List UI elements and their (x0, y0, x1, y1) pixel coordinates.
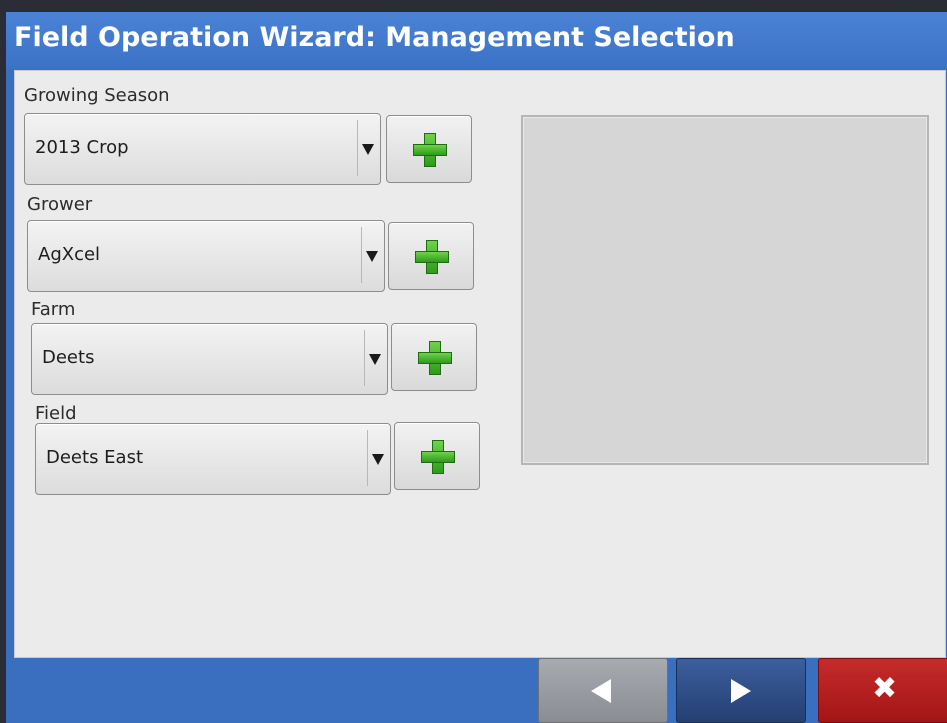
cancel-button[interactable]: ✖ (818, 658, 947, 723)
add-field-button[interactable] (394, 422, 480, 490)
field-value: Deets East (46, 447, 144, 468)
field-label: Field (35, 403, 77, 424)
add-farm-button[interactable] (391, 323, 477, 391)
triangle-down-icon (369, 354, 381, 365)
plus-icon (413, 133, 447, 167)
dropdown-divider (361, 227, 362, 283)
dropdown-divider (364, 330, 365, 386)
growing-season-dropdown[interactable]: 2013 Crop (24, 113, 381, 185)
triangle-down-icon (362, 144, 374, 155)
wizard-title: Field Operation Wizard: Management Selec… (14, 22, 735, 53)
farm-label: Farm (31, 299, 76, 320)
wizard-footer: ✖ (6, 658, 947, 723)
add-grower-button[interactable] (388, 222, 474, 290)
next-button[interactable] (676, 658, 806, 723)
back-button[interactable] (538, 658, 668, 723)
growing-season-label: Growing Season (24, 85, 170, 106)
plus-icon (418, 341, 452, 375)
wizard-content: Growing Season 2013 Crop Grower AgXcel F… (14, 70, 946, 658)
plus-icon (421, 440, 455, 474)
triangle-down-icon (372, 454, 384, 465)
grower-value: AgXcel (38, 244, 101, 265)
growing-season-value: 2013 Crop (35, 137, 129, 158)
preview-pane (521, 115, 929, 465)
add-growing-season-button[interactable] (386, 115, 472, 183)
farm-dropdown[interactable]: Deets (31, 323, 388, 395)
x-icon: ✖ (872, 671, 898, 706)
wizard-screen: Field Operation Wizard: Management Selec… (6, 12, 947, 723)
dropdown-divider (357, 120, 358, 176)
field-dropdown[interactable]: Deets East (35, 423, 391, 495)
triangle-down-icon (366, 251, 378, 262)
grower-label: Grower (27, 194, 93, 215)
plus-icon (415, 240, 449, 274)
farm-value: Deets (42, 347, 95, 368)
arrow-right-icon (731, 679, 751, 703)
arrow-left-icon (591, 679, 611, 703)
title-bar: Field Operation Wizard: Management Selec… (6, 12, 947, 70)
dropdown-divider (367, 430, 368, 486)
grower-dropdown[interactable]: AgXcel (27, 220, 385, 292)
